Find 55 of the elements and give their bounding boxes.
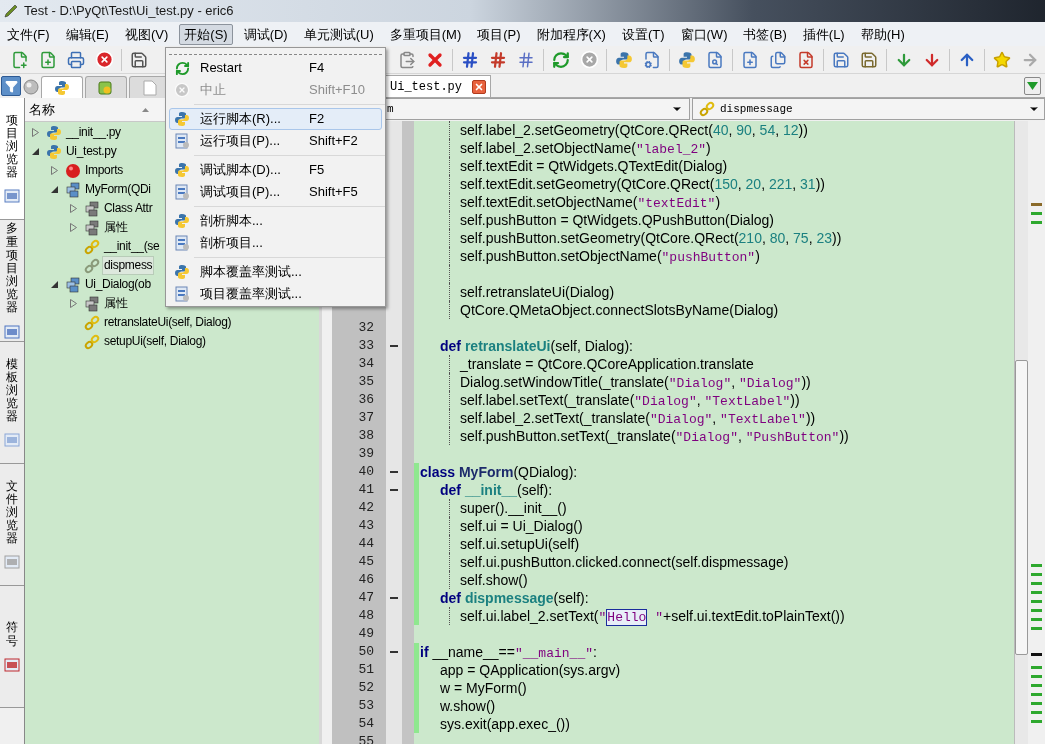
column-title: 名称: [29, 100, 55, 119]
window-title: Test - D:\PyQt\Test\Ui_test.py - eric6: [24, 2, 234, 21]
line-number: 32: [358, 319, 374, 337]
code-line: def retranslateUi(self, Dialog):: [439, 337, 633, 355]
code-line: self.ui.setupUi(self): [459, 535, 580, 553]
line-number: 33: [358, 337, 374, 355]
line-number: 52: [358, 679, 374, 697]
line-number: 37: [358, 409, 374, 427]
line-number: 43: [358, 517, 374, 535]
code-line: if __name__=="__main__":: [419, 643, 597, 661]
line-number: 51: [358, 661, 374, 679]
code-line: self.label_2.setText(_translate("Dialog", "TextLabel")): [459, 409, 816, 427]
line-number: 48: [358, 607, 374, 625]
line-number: 41: [358, 481, 374, 499]
code-line: sys.exit(app.exec_()): [439, 715, 570, 733]
line-number: 53: [358, 697, 374, 715]
code-line: self.pushButton.setText(_translate("Dialog", "PushButton")): [459, 427, 849, 445]
code-line: self.show(): [459, 571, 528, 589]
line-number: 44: [358, 535, 374, 553]
code-line: w = MyForm(): [439, 679, 527, 697]
code-line: app = QApplication(sys.argv): [439, 661, 621, 679]
line-number: 45: [358, 553, 374, 571]
line-number: 39: [358, 445, 374, 463]
code-line: _translate = QtCore.QCoreApplication.translate: [458, 355, 754, 373]
code-line: self.label_2.setObjectName("label_2"): [459, 139, 711, 157]
line-number: 34: [358, 355, 374, 373]
code-line: self.textEdit = QtWidgets.QTextEdit(Dialog): [459, 157, 728, 175]
code-line: def dispmessage(self):: [439, 589, 589, 607]
code-line: super().__init__(): [459, 499, 567, 517]
line-number: 46: [358, 571, 374, 589]
line-number: 36: [358, 391, 374, 409]
code-line: self.pushButton.setObjectName("pushButton"): [459, 247, 760, 265]
line-number: 47: [358, 589, 374, 607]
code-line: self.retranslateUi(Dialog): [459, 283, 615, 301]
code-line: self.label_2.setGeometry(QtCore.QRect(40, 90, 54, 12)): [459, 121, 808, 139]
code-line: self.textEdit.setGeometry(QtCore.QRect(150, 20, 221, 31)): [459, 175, 825, 193]
code-line: self.textEdit.setObjectName("textEdit"): [459, 193, 721, 211]
code-line: self.pushButton.setGeometry(QtCore.QRect(210, 80, 75, 23)): [459, 229, 842, 247]
code-line: self.ui = Ui_Dialog(): [459, 517, 583, 535]
code-line: Dialog.setWindowTitle(_translate("Dialog", "Dialog")): [459, 373, 811, 391]
code-line: self.ui.pushButton.clicked.connect(self.dispmessage): [459, 553, 789, 571]
line-number: 40: [358, 463, 374, 481]
code-line: def __init__(self):: [439, 481, 553, 499]
line-number: 50: [358, 643, 374, 661]
code-line: QtCore.QMetaObject.connectSlotsByName(Dialog): [459, 301, 779, 319]
line-number: 35: [358, 373, 374, 391]
code-line: class MyForm(QDialog):: [419, 463, 578, 481]
code-line: self.ui.label_2.setText("Hello "+self.ui.textEdit.toPlainText()): [459, 607, 845, 625]
line-number: 38: [358, 427, 374, 445]
line-number: 54: [358, 715, 374, 733]
code-line: self.pushButton = QtWidgets.QPushButton(Dialog): [459, 211, 774, 229]
line-number: 42: [358, 499, 374, 517]
line-number: 49: [358, 625, 374, 643]
code-line: self.label.setText(_translate("Dialog", "TextLabel")): [459, 391, 800, 409]
code-line: w.show(): [439, 697, 496, 715]
